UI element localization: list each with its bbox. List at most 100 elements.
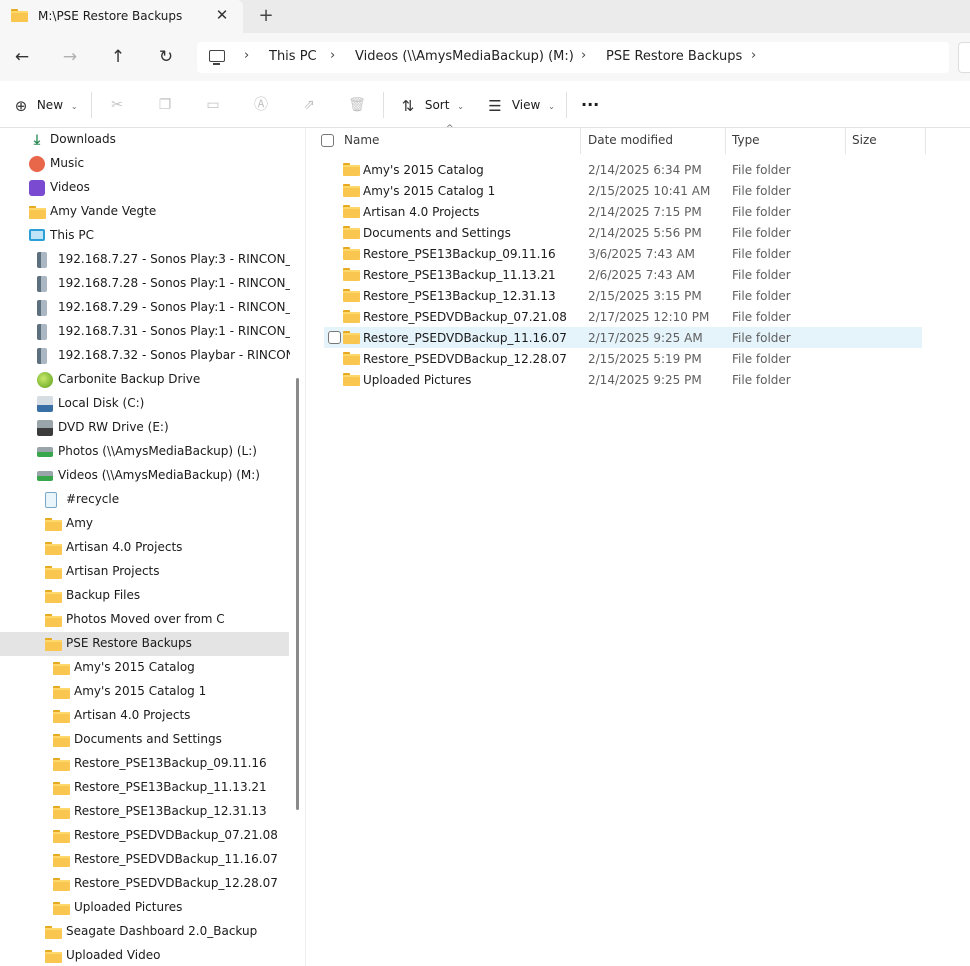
file-row[interactable]: Restore_PSE13Backup_09.11.16 3/6/2025 7:4… [324, 243, 922, 264]
sidebar-item-photos-amysmediabackup-l[interactable]: Photos (\\AmysMediaBackup) (L:) [0, 440, 289, 464]
tab-pse-restore-backups[interactable]: M:\PSE Restore Backups ✕ [0, 0, 243, 33]
file-type: File folder [732, 205, 791, 219]
close-tab-icon[interactable]: ✕ [214, 7, 230, 23]
select-all-checkbox[interactable] [321, 134, 334, 147]
file-row[interactable]: Amy's 2015 Catalog 1 2/15/2025 10:41 AM Fi… [324, 180, 922, 201]
more-options-button[interactable]: ··· [581, 94, 599, 116]
sidebar-item-recycle[interactable]: #recycle [0, 488, 289, 512]
sidebar-item-192-168-7-32-sonos-playbar-rincon-5ca[interactable]: 192.168.7.32 - Sonos Playbar - RINCON_5C… [0, 344, 290, 368]
folder-icon [53, 806, 70, 819]
sidebar-item-restore-psedvdbackup-07-21-08[interactable]: Restore_PSEDVDBackup_07.21.08 [0, 824, 289, 848]
address-bar[interactable]: › This PC › Videos (\\AmysMediaBackup) (… [197, 42, 949, 73]
chevron-down-icon: ⌄ [70, 102, 78, 111]
sidebar-item-artisan-projects[interactable]: Artisan Projects [0, 560, 289, 584]
chevron-right-icon[interactable]: › [330, 48, 335, 63]
sidebar-item-artisan-4-0-projects[interactable]: Artisan 4.0 Projects [0, 536, 289, 560]
column-divider[interactable] [580, 128, 581, 154]
file-row[interactable]: Restore_PSEDVDBackup_07.21.08 2/17/2025 1… [324, 306, 922, 327]
file-row[interactable]: Restore_PSEDVDBackup_11.16.07 2/17/2025 9… [324, 327, 922, 348]
breadcrumb-this-pc[interactable]: This PC [269, 49, 317, 64]
refresh-button[interactable]: ↻ [155, 46, 177, 68]
sidebar-item-amy[interactable]: Amy [0, 512, 289, 536]
sidebar-item-amy-s-2015-catalog[interactable]: Amy's 2015 Catalog [0, 656, 289, 680]
column-header-name[interactable]: Name [344, 133, 379, 147]
column-header-type[interactable]: Type [732, 133, 760, 147]
forward-button[interactable]: → [59, 46, 81, 68]
sidebar-item-restore-pse13backup-12-31-13[interactable]: Restore_PSE13Backup_12.31.13 [0, 800, 289, 824]
column-header-size[interactable]: Size [852, 133, 877, 147]
cut-icon[interactable]: ✂ [107, 95, 127, 115]
sidebar-item-this-pc[interactable]: This PC [0, 224, 289, 248]
file-name: Restore_PSE13Backup_09.11.16 [363, 247, 556, 261]
sidebar-item-192-168-7-28-sonos-play-1-rincon-949f3[interactable]: 192.168.7.28 - Sonos Play:1 - RINCON_949… [0, 272, 290, 296]
search-box[interactable] [958, 42, 970, 73]
sidebar-item-artisan-4-0-projects[interactable]: Artisan 4.0 Projects [0, 704, 289, 728]
file-name: Documents and Settings [363, 226, 511, 240]
this-pc-icon[interactable] [209, 50, 225, 65]
sidebar-item-192-168-7-27-sonos-play-3-rincon-5caa[interactable]: 192.168.7.27 - Sonos Play:3 - RINCON_5CA… [0, 248, 290, 272]
music-icon [29, 156, 45, 172]
file-row[interactable]: Artisan 4.0 Projects 2/14/2025 7:15 PM Fil… [324, 201, 922, 222]
copy-icon[interactable]: ❐ [155, 95, 175, 115]
folder-icon [53, 710, 70, 723]
file-type: File folder [732, 352, 791, 366]
sidebar-item-videos-amysmediabackup-m[interactable]: Videos (\\AmysMediaBackup) (M:) [0, 464, 289, 488]
sidebar-item-downloads[interactable]: ⤓ Downloads [0, 128, 289, 152]
chevron-right-icon[interactable]: › [581, 48, 586, 63]
sidebar-item-192-168-7-31-sonos-play-1-rincon-949f3[interactable]: 192.168.7.31 - Sonos Play:1 - RINCON_949… [0, 320, 290, 344]
paste-icon[interactable]: ▭ [203, 95, 223, 115]
breadcrumb-videos-drive[interactable]: Videos (\\AmysMediaBackup) (M:) [355, 49, 574, 64]
sidebar-item-local-disk-c[interactable]: Local Disk (C:) [0, 392, 289, 416]
sidebar-item-restore-pse13backup-09-11-16[interactable]: Restore_PSE13Backup_09.11.16 [0, 752, 289, 776]
file-row[interactable]: Amy's 2015 Catalog 2/14/2025 6:34 PM File … [324, 159, 922, 180]
sidebar-item-photos-moved-over-from-c[interactable]: Photos Moved over from C [0, 608, 289, 632]
sidebar-item-uploaded-video[interactable]: Uploaded Video [0, 944, 289, 966]
sidebar-item-192-168-7-29-sonos-play-1-rincon-949f3[interactable]: 192.168.7.29 - Sonos Play:1 - RINCON_949… [0, 296, 290, 320]
videos-icon [29, 180, 45, 196]
up-button[interactable]: ↑ [107, 46, 129, 68]
sidebar-item-pse-restore-backups[interactable]: PSE Restore Backups [0, 632, 289, 656]
rename-icon[interactable]: Ⓐ [251, 95, 271, 115]
sidebar-item-videos[interactable]: Videos [0, 176, 289, 200]
folder-icon [343, 331, 360, 344]
sidebar-item-music[interactable]: Music [0, 152, 289, 176]
file-row[interactable]: Restore_PSE13Backup_11.13.21 2/6/2025 7:4… [324, 264, 922, 285]
sidebar-item-restore-psedvdbackup-12-28-07[interactable]: Restore_PSEDVDBackup_12.28.07 [0, 872, 289, 896]
row-checkbox[interactable] [328, 331, 341, 344]
sidebar-item-uploaded-pictures[interactable]: Uploaded Pictures [0, 896, 289, 920]
sidebar-item-backup-files[interactable]: Backup Files [0, 584, 289, 608]
nav-pane-scrollbar[interactable] [296, 378, 299, 810]
file-row[interactable]: Restore_PSE13Backup_12.31.13 2/15/2025 3:… [324, 285, 922, 306]
command-bar: ⊕ New ⌄ ✂ ❐ ▭ Ⓐ ⇗ 🗑 ⇅ Sort ⌄ ☰ View ⌄ ··… [0, 81, 970, 128]
chevron-right-icon[interactable]: › [751, 48, 756, 63]
new-tab-button[interactable]: + [256, 6, 276, 26]
sidebar-item-restore-pse13backup-11-13-21[interactable]: Restore_PSE13Backup_11.13.21 [0, 776, 289, 800]
column-divider[interactable] [845, 128, 846, 154]
sidebar-item-documents-and-settings[interactable]: Documents and Settings [0, 728, 289, 752]
back-button[interactable]: ← [11, 46, 33, 68]
column-divider[interactable] [925, 128, 926, 154]
breadcrumb-pse-restore-backups[interactable]: PSE Restore Backups [606, 49, 742, 64]
sonos-icon [37, 252, 47, 268]
sidebar-item-carbonite-backup-drive[interactable]: Carbonite Backup Drive [0, 368, 289, 392]
sidebar-item-label: 192.168.7.28 - Sonos Play:1 - RINCON_949… [58, 276, 290, 290]
sidebar-item-amy-vande-vegte[interactable]: Amy Vande Vegte [0, 200, 289, 224]
file-row[interactable]: Documents and Settings 2/14/2025 5:56 PM F… [324, 222, 922, 243]
sort-button[interactable]: ⇅ Sort ⌄ [399, 94, 464, 116]
share-icon[interactable]: ⇗ [299, 95, 319, 115]
chevron-right-icon[interactable]: › [244, 48, 249, 63]
file-row[interactable]: Restore_PSEDVDBackup_12.28.07 2/15/2025 5… [324, 348, 922, 369]
sidebar-item-dvd-rw-drive-e[interactable]: DVD RW Drive (E:) [0, 416, 289, 440]
sidebar-item-restore-psedvdbackup-11-16-07[interactable]: Restore_PSEDVDBackup_11.16.07 [0, 848, 289, 872]
file-type: File folder [732, 310, 791, 324]
file-row[interactable]: Uploaded Pictures 2/14/2025 9:25 PM File f… [324, 369, 922, 390]
new-button[interactable]: ⊕ New ⌄ [12, 94, 78, 116]
column-header-date-modified[interactable]: Date modified [588, 133, 673, 147]
column-divider[interactable] [725, 128, 726, 154]
sidebar-item-amy-s-2015-catalog-1[interactable]: Amy's 2015 Catalog 1 [0, 680, 289, 704]
sidebar-item-seagate-dashboard-2-0-backup[interactable]: Seagate Dashboard 2.0_Backup [0, 920, 289, 944]
view-button[interactable]: ☰ View ⌄ [486, 94, 555, 116]
file-date-modified: 2/15/2025 5:19 PM [588, 352, 702, 366]
file-type: File folder [732, 268, 791, 282]
delete-icon[interactable]: 🗑 [347, 95, 367, 115]
